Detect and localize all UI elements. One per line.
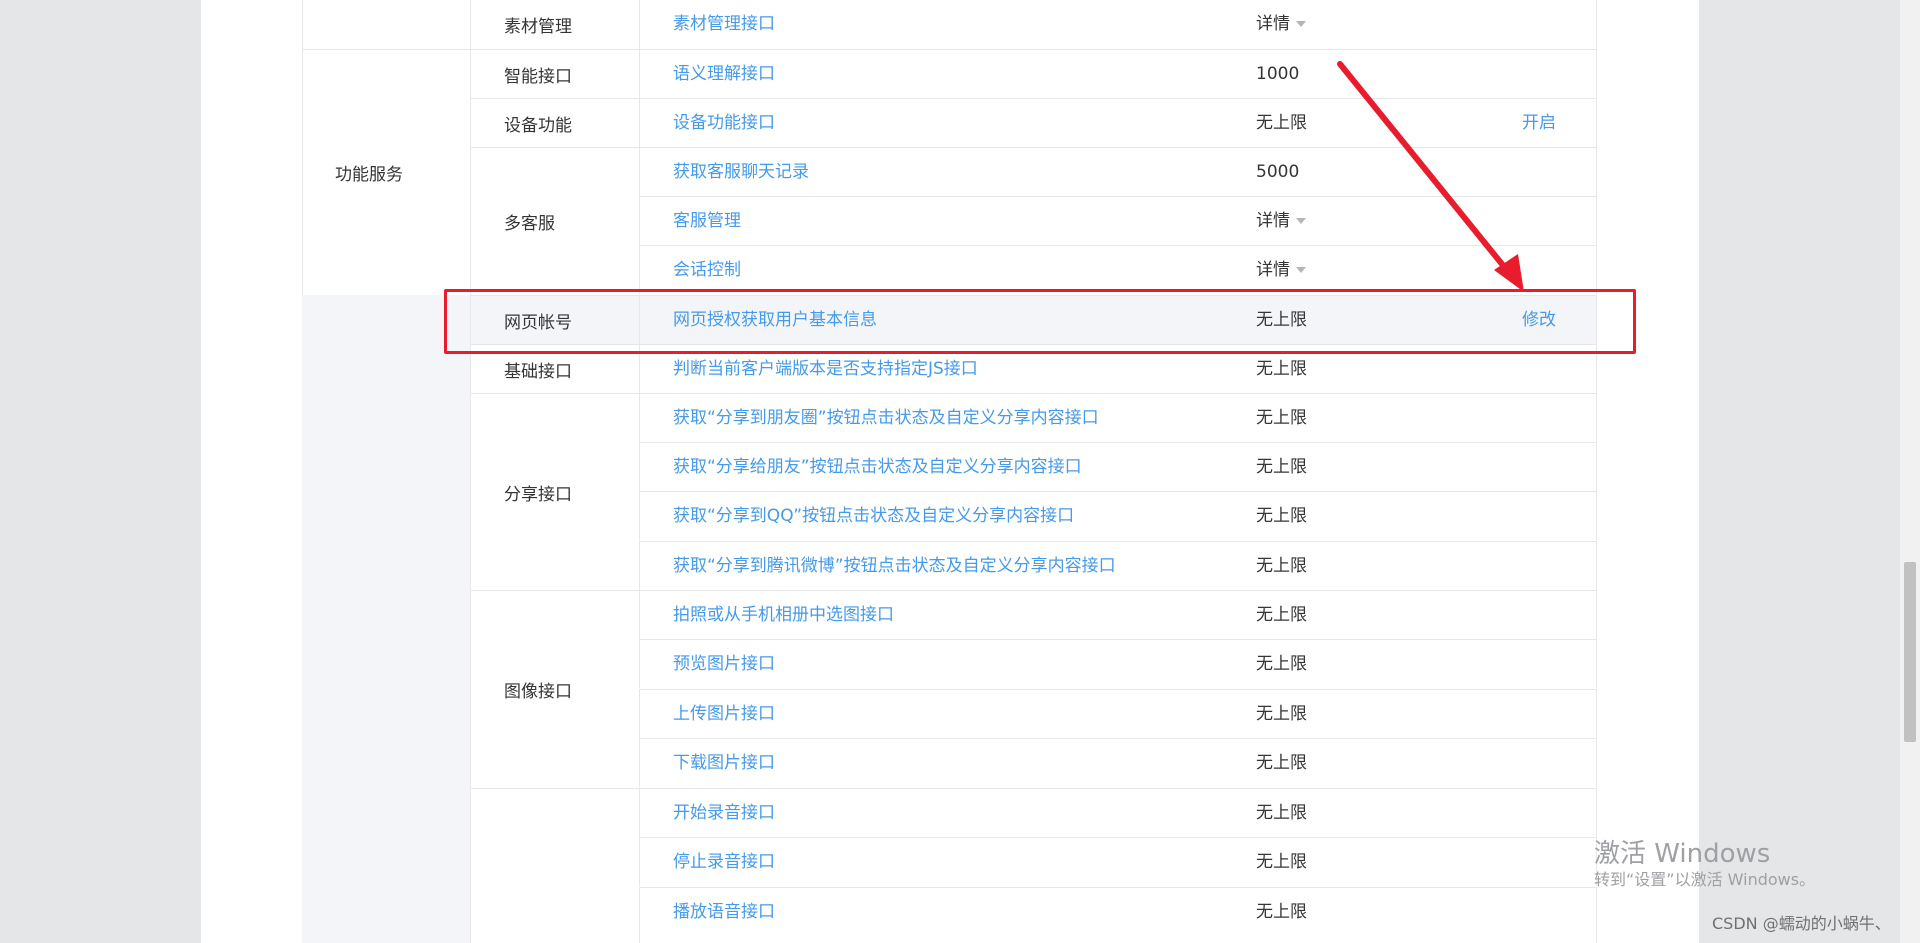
- table-row: 拍照或从手机相册中选图接口 无上限: [639, 590, 1597, 639]
- table-row: 停止录音接口 无上限: [639, 837, 1597, 886]
- api-link[interactable]: 上传图片接口: [673, 690, 775, 738]
- subcategory-图像接口: 图像接口: [470, 590, 639, 788]
- limit-value: 无上限: [1256, 753, 1307, 773]
- api-link[interactable]: 设备功能接口: [673, 99, 775, 147]
- subcategory-智能接口: 智能接口: [470, 49, 639, 98]
- category-功能服务: 功能服务: [302, 49, 470, 295]
- table-row: 下载图片接口 无上限: [639, 738, 1597, 787]
- table-row: 获取客服聊天记录 5000: [639, 147, 1597, 196]
- limit-value: 无上限: [1256, 506, 1307, 526]
- table-row: 获取“分享到朋友圈”按钮点击状态及自定义分享内容接口 无上限: [639, 393, 1597, 442]
- limit-value: 无上限: [1256, 902, 1307, 922]
- table-row: 获取“分享到腾讯微博”按钮点击状态及自定义分享内容接口 无上限: [639, 541, 1597, 590]
- limit-details[interactable]: 详情: [1256, 197, 1306, 245]
- api-link[interactable]: 获取“分享到QQ”按钮点击状态及自定义分享内容接口: [673, 492, 1074, 540]
- limit-details[interactable]: 详情: [1256, 0, 1306, 48]
- api-link[interactable]: 客服管理: [673, 197, 741, 245]
- api-link[interactable]: 开始录音接口: [673, 789, 775, 837]
- api-link[interactable]: 播放语音接口: [673, 888, 775, 936]
- limit-value: 无上限: [1256, 654, 1307, 674]
- limit-value: 无上限: [1256, 605, 1307, 625]
- subcategory-多客服: 多客服: [470, 147, 639, 295]
- api-link[interactable]: 停止录音接口: [673, 838, 775, 886]
- api-link[interactable]: 预览图片接口: [673, 640, 775, 688]
- table-row: 播放语音接口 无上限: [639, 887, 1597, 943]
- page-scrollbar[interactable]: [1900, 0, 1920, 943]
- subcategory-分享接口: 分享接口: [470, 393, 639, 590]
- limit-value: 无上限: [1256, 803, 1307, 823]
- caret-down-icon: [1296, 218, 1306, 224]
- enable-button[interactable]: 开启: [1522, 99, 1556, 147]
- limit-value: 5000: [1256, 162, 1300, 182]
- csdn-watermark: CSDN @蠕动的小蜗牛、: [1712, 914, 1891, 933]
- table-row: 会话控制 详情: [639, 245, 1597, 294]
- subcategory-素材管理: 素材管理: [470, 0, 639, 49]
- limit-value: 无上限: [1256, 113, 1307, 133]
- limit-value: 无上限: [1256, 852, 1307, 872]
- limit-value: 无上限: [1256, 408, 1307, 428]
- api-link[interactable]: 获取“分享到朋友圈”按钮点击状态及自定义分享内容接口: [673, 394, 1099, 442]
- scrollbar-thumb[interactable]: [1904, 562, 1916, 742]
- category-empty-bottom: [302, 295, 470, 943]
- subcategory-empty: [470, 788, 639, 943]
- windows-activation-watermark: 激活 Windows 转到“设置”以激活 Windows。: [1594, 839, 1816, 889]
- api-link[interactable]: 获取客服聊天记录: [673, 148, 809, 196]
- caret-down-icon: [1296, 267, 1306, 273]
- table-row: 获取“分享给朋友”按钮点击状态及自定义分享内容接口 无上限: [639, 442, 1597, 491]
- limit-details[interactable]: 详情: [1256, 246, 1306, 294]
- caret-down-icon: [1296, 21, 1306, 27]
- limit-value: 无上限: [1256, 556, 1307, 576]
- table-row: 客服管理 详情: [639, 196, 1597, 245]
- api-link[interactable]: 语义理解接口: [673, 50, 775, 98]
- api-link[interactable]: 拍照或从手机相册中选图接口: [673, 591, 894, 639]
- api-link[interactable]: 素材管理接口: [673, 0, 775, 48]
- api-link[interactable]: 获取“分享给朋友”按钮点击状态及自定义分享内容接口: [673, 443, 1082, 491]
- table-row: 开始录音接口 无上限: [639, 788, 1597, 837]
- table-row: 设备功能接口 无上限 开启: [639, 98, 1597, 147]
- annotation-highlight-box: [444, 289, 1636, 354]
- limit-value: 无上限: [1256, 704, 1307, 724]
- api-link[interactable]: 获取“分享到腾讯微博”按钮点击状态及自定义分享内容接口: [673, 542, 1116, 590]
- subcategory-设备功能: 设备功能: [470, 98, 639, 147]
- table-row: 预览图片接口 无上限: [639, 639, 1597, 688]
- limit-value: 无上限: [1256, 457, 1307, 477]
- table-row: 获取“分享到QQ”按钮点击状态及自定义分享内容接口 无上限: [639, 491, 1597, 540]
- api-link[interactable]: 会话控制: [673, 246, 741, 294]
- table-row: 语义理解接口 1000: [639, 49, 1597, 98]
- table-row: 上传图片接口 无上限: [639, 689, 1597, 738]
- limit-value: 1000: [1256, 64, 1300, 84]
- table-row: 素材管理接口 详情: [639, 0, 1597, 49]
- api-link[interactable]: 下载图片接口: [673, 739, 775, 787]
- category-empty-top: [302, 0, 470, 49]
